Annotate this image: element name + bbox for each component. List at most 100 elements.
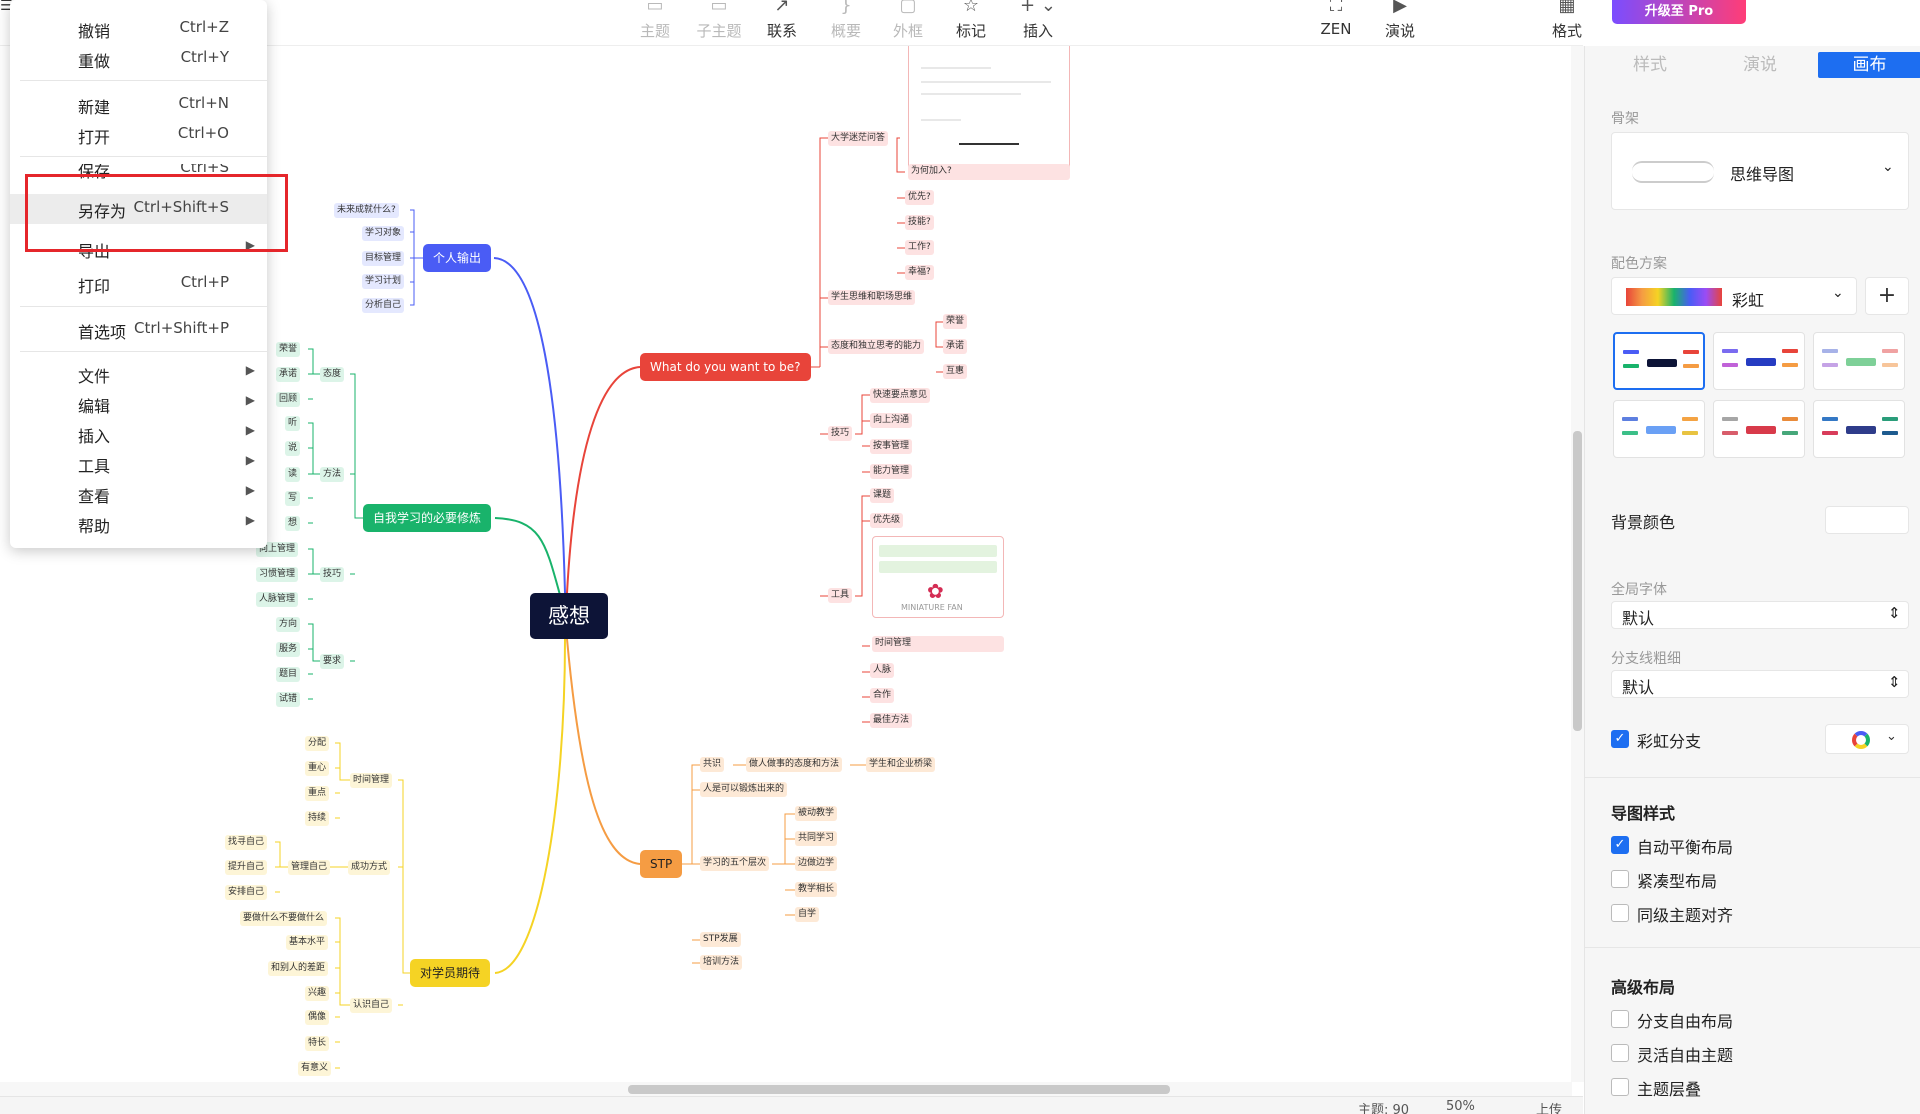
subtopic[interactable]: 说 <box>285 441 301 456</box>
theme-swatch[interactable] <box>1613 332 1705 390</box>
subtopic[interactable]: 最佳方法 <box>870 713 913 728</box>
subtopic[interactable]: 时间管理 <box>872 636 1004 652</box>
compact-layout-checkbox[interactable] <box>1611 870 1629 888</box>
subtopic[interactable]: 方法 <box>320 467 345 482</box>
toolbar-relationship-button[interactable]: ↗ 联系 <box>747 0 817 46</box>
toolbar-summary-button[interactable]: } 概要 <box>811 0 881 46</box>
color-scheme-select[interactable]: 彩虹 ⌄ <box>1611 277 1857 315</box>
subtopic[interactable]: 承诺 <box>943 339 968 354</box>
subtopic[interactable]: 边做边学 <box>795 856 838 871</box>
subtopic[interactable]: 写 <box>285 491 301 506</box>
menu-item-new[interactable]: 新建 Ctrl+N <box>10 90 267 120</box>
subtopic[interactable]: 培训方法 <box>700 955 743 970</box>
subtopic[interactable]: 幸福? <box>905 265 934 280</box>
main-topic-personal-output[interactable]: 个人输出 <box>423 244 492 272</box>
subtopic[interactable]: 特长 <box>305 1036 330 1051</box>
subtopic[interactable]: 被动教学 <box>795 806 838 821</box>
branch-color-picker[interactable]: ⌄ <box>1825 724 1909 754</box>
subtopic[interactable]: 人是可以锻炼出来的 <box>700 782 788 797</box>
subtopic[interactable]: 分析自己 <box>362 298 405 313</box>
subtopic[interactable]: 为何加入? <box>908 164 1070 180</box>
subtopic[interactable]: 态度 <box>320 367 345 382</box>
subtopic[interactable]: 学生和企业桥梁 <box>866 757 936 772</box>
bg-color-picker[interactable] <box>1825 506 1909 534</box>
subtopic[interactable]: 基本水平 <box>286 935 329 950</box>
subtopic[interactable]: STP发展 <box>700 932 741 947</box>
menu-item-undo[interactable]: 撤销 Ctrl+Z <box>10 14 267 44</box>
subtopic[interactable]: 大学迷茫问答 <box>828 131 889 146</box>
toolbar-boundary-button[interactable]: ▢ 外框 <box>873 0 943 46</box>
subtopic[interactable]: 安排自己 <box>225 885 268 900</box>
auto-balance-checkbox[interactable]: ✓ <box>1611 836 1629 854</box>
subtopic[interactable]: 学生思维和职场思维 <box>828 290 916 305</box>
menu-item-insert[interactable]: 插入 ▶ <box>10 419 267 449</box>
subtopic[interactable]: 时间管理 <box>350 773 393 788</box>
subtopic[interactable]: 能力管理 <box>870 464 913 479</box>
subtopic[interactable]: 课题 <box>870 488 895 503</box>
subtopic[interactable]: 方向 <box>276 617 301 632</box>
toolbar-presentation-button[interactable]: ▶ 演说 <box>1365 0 1435 46</box>
vertical-scroll-thumb[interactable] <box>1573 431 1582 731</box>
subtopic[interactable]: 服务 <box>276 642 301 657</box>
global-font-select[interactable]: 默认 ⇕ <box>1611 601 1909 629</box>
subtopic[interactable]: 分配 <box>305 736 330 751</box>
toolbar-zen-button[interactable]: ⛶ ZEN <box>1301 0 1371 46</box>
menu-item-open[interactable]: 打开 Ctrl+O <box>10 120 267 150</box>
subtopic[interactable]: 未来成就什么? <box>334 203 399 218</box>
subtopic[interactable]: 工作? <box>905 240 934 255</box>
subtopic[interactable]: 共识 <box>700 757 725 772</box>
subtopic[interactable]: 想 <box>285 516 301 531</box>
subtopic[interactable]: 试错 <box>276 692 301 707</box>
flexible-topic-checkbox[interactable] <box>1611 1044 1629 1062</box>
add-color-scheme-button[interactable]: + <box>1865 277 1909 315</box>
upgrade-pro-button[interactable]: 升级至 Pro <box>1612 0 1746 24</box>
subtopic[interactable]: 人脉管理 <box>256 592 299 607</box>
theme-swatch[interactable] <box>1613 400 1705 458</box>
subtopic[interactable]: 工具 <box>828 588 853 603</box>
toolbar-subtopic-button[interactable]: ▭ 子主题 <box>684 0 754 46</box>
theme-swatch[interactable] <box>1813 332 1905 390</box>
main-topic-self-learning[interactable]: 自我学习的必要修炼 <box>363 504 492 532</box>
branch-free-checkbox[interactable] <box>1611 1010 1629 1028</box>
upload-label[interactable]: 上传 <box>1536 1099 1562 1114</box>
toolbar-insert-button[interactable]: + ⌄ 插入 <box>1003 0 1073 46</box>
subtopic[interactable]: 要做什么不要做什么 <box>240 911 328 926</box>
subtopic[interactable]: 听 <box>285 416 301 431</box>
menu-item-help[interactable]: 帮助 ▶ <box>10 509 267 539</box>
subtopic[interactable]: 优先? <box>905 190 934 205</box>
toolbar-marker-button[interactable]: ☆ 标记 <box>936 0 1006 46</box>
zoom-level[interactable]: 50% <box>1446 1099 1475 1114</box>
subtopic[interactable]: 管理自己 <box>288 860 331 875</box>
subtopic[interactable]: 合作 <box>870 688 895 703</box>
toolbar-topic-button[interactable]: ▭ 主题 <box>620 0 690 46</box>
subtopic[interactable]: 题目 <box>276 667 301 682</box>
tab-presentation[interactable]: 演说 <box>1715 52 1805 78</box>
horizontal-scroll-thumb[interactable] <box>628 1085 1170 1094</box>
menu-item-view[interactable]: 查看 ▶ <box>10 479 267 509</box>
theme-swatch[interactable] <box>1713 332 1805 390</box>
subtopic[interactable]: 学习计划 <box>362 274 405 289</box>
topic-overlap-checkbox[interactable] <box>1611 1078 1629 1096</box>
subtopic[interactable]: 技巧 <box>320 567 345 582</box>
subtopic[interactable]: 重点 <box>305 786 330 801</box>
embedded-image-card[interactable]: ✿ MINIATURE FAN <box>872 536 1004 618</box>
subtopic[interactable]: 读 <box>285 467 301 482</box>
subtopic[interactable]: 偶像 <box>305 1010 330 1025</box>
subtopic[interactable]: 找寻自己 <box>225 835 268 850</box>
subtopic[interactable]: 技巧 <box>828 426 853 441</box>
subtopic[interactable]: 有意义 <box>298 1061 332 1076</box>
subtopic[interactable]: 技能? <box>905 215 934 230</box>
theme-swatch[interactable] <box>1713 400 1805 458</box>
main-topic-expectation[interactable]: 对学员期待 <box>410 959 491 987</box>
subtopic[interactable]: 教学相长 <box>795 882 838 897</box>
subtopic[interactable]: 自学 <box>795 907 820 922</box>
subtopic[interactable]: 荣誉 <box>943 314 968 329</box>
theme-swatch[interactable] <box>1813 400 1905 458</box>
subtopic[interactable]: 回顾 <box>276 392 301 407</box>
tab-canvas[interactable]: 画布 <box>1818 52 1920 78</box>
vertical-scrollbar[interactable] <box>1571 46 1584 1082</box>
subtopic[interactable]: 学习对象 <box>362 226 405 241</box>
embedded-image-card[interactable] <box>908 46 1070 172</box>
subtopic[interactable]: 荣誉 <box>276 342 301 357</box>
main-topic-what-do-you-want[interactable]: What do you want to be? <box>640 353 811 381</box>
